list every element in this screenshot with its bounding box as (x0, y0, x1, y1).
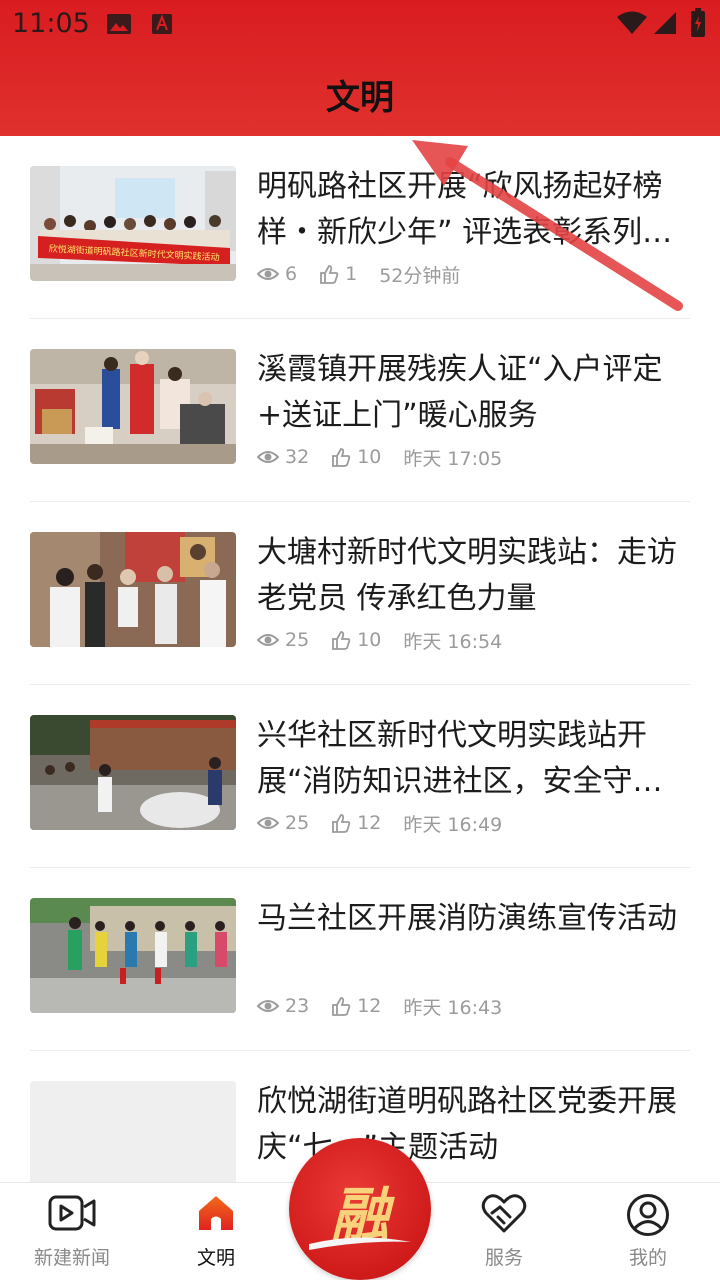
view-count: 25 (285, 812, 310, 834)
publish-time: 52分钟前 (379, 264, 461, 287)
article-title[interactable]: 明矾路社区开展“欣风扬起好榜样・新欣少年” 评选表彰系列… (257, 164, 689, 256)
user-icon (626, 1193, 670, 1241)
battery-icon (690, 8, 706, 42)
app-header: 11:05 文明 (0, 0, 720, 136)
tab-label: 新建新闻 (33, 1247, 110, 1269)
like-count: 10 (357, 629, 382, 651)
tab-service[interactable]: 服务 (432, 1183, 576, 1280)
article-item[interactable]: 溪霞镇开展残疾人证“入户评定+送证上门”暖心服务 32 10 昨天 17:05 (30, 319, 690, 502)
tab-civilization[interactable]: 文明 (144, 1183, 288, 1280)
article-thumbnail: 欣悦湖街道明矾路社区新时代文明实践活动 (30, 166, 236, 281)
eye-icon (257, 817, 279, 829)
app-screen: 11:05 文明 欣悦湖街道明矾路社区新时代文明实践活动 明矾路社区开展“欣风扬… (0, 0, 720, 1280)
rong-center-button[interactable]: 融 (289, 1138, 431, 1280)
article-thumbnail (30, 715, 236, 830)
tab-new-news[interactable]: 新建新闻 (0, 1183, 144, 1280)
ribbon-decoration (309, 1237, 411, 1250)
thumb-up-icon (320, 265, 339, 284)
article-meta: 25 10 昨天 16:54 (257, 628, 503, 653)
publish-time: 昨天 16:43 (403, 996, 503, 1019)
thumb-up-icon (332, 631, 351, 650)
thumb-up-icon (332, 814, 351, 833)
article-item[interactable]: 马兰社区开展消防演练宣传活动 23 12 昨天 16:43 (30, 868, 690, 1051)
publish-time: 昨天 16:49 (403, 813, 503, 836)
tab-profile[interactable]: 我的 (576, 1183, 720, 1280)
home-icon (196, 1193, 236, 1237)
publish-time: 昨天 16:54 (403, 630, 503, 653)
article-list[interactable]: 欣悦湖街道明矾路社区新时代文明实践活动 明矾路社区开展“欣风扬起好榜样・新欣少年… (0, 136, 720, 1182)
article-thumbnail (30, 349, 236, 464)
publish-time: 昨天 17:05 (403, 447, 503, 470)
view-count: 6 (285, 263, 298, 285)
view-count: 25 (285, 629, 310, 651)
eye-icon (257, 268, 279, 280)
font-app-icon (150, 12, 174, 40)
signal-icon (652, 10, 678, 40)
wifi-icon (616, 10, 648, 40)
tab-label: 文明 (196, 1247, 235, 1269)
article-meta: 23 12 昨天 16:43 (257, 994, 503, 1019)
status-time: 11:05 (12, 8, 90, 39)
like-count: 12 (357, 995, 382, 1017)
article-meta: 25 12 昨天 16:49 (257, 811, 503, 836)
article-meta: 32 10 昨天 17:05 (257, 445, 503, 470)
view-count: 23 (285, 995, 310, 1017)
tab-label: 我的 (628, 1247, 667, 1269)
thumb-up-icon (332, 448, 351, 467)
view-count: 32 (285, 446, 310, 468)
image-icon (106, 12, 132, 40)
article-title[interactable]: 大塘村新时代文明实践站：走访老党员 传承红色力量 (257, 530, 689, 622)
article-title[interactable]: 溪霞镇开展残疾人证“入户评定+送证上门”暖心服务 (257, 347, 689, 439)
like-count: 10 (357, 446, 382, 468)
article-item[interactable]: 大塘村新时代文明实践站：走访老党员 传承红色力量 25 10 昨天 16:54 (30, 502, 690, 685)
thumb-up-icon (332, 997, 351, 1016)
eye-icon (257, 451, 279, 463)
like-count: 12 (357, 812, 382, 834)
article-item[interactable]: 兴华社区新时代文明实践站开展“消防知识进社区，安全守… 25 12 昨天 16:… (30, 685, 690, 868)
like-count: 1 (345, 263, 358, 285)
article-meta: 6 1 52分钟前 (257, 262, 461, 287)
eye-icon (257, 634, 279, 646)
article-thumbnail (30, 898, 236, 1013)
page-title: 文明 (326, 78, 394, 118)
article-item[interactable]: 欣悦湖街道明矾路社区新时代文明实践活动 明矾路社区开展“欣风扬起好榜样・新欣少年… (30, 136, 690, 319)
article-title[interactable]: 兴华社区新时代文明实践站开展“消防知识进社区，安全守… (257, 713, 689, 805)
article-thumbnail (30, 532, 236, 647)
video-icon (48, 1193, 96, 1237)
article-title[interactable]: 马兰社区开展消防演练宣传活动 (257, 896, 689, 942)
eye-icon (257, 1000, 279, 1012)
tab-label: 服务 (484, 1247, 523, 1269)
article-thumbnail-placeholder (30, 1081, 236, 1182)
status-bar: 11:05 (0, 0, 720, 48)
heart-hands-icon (480, 1193, 528, 1239)
